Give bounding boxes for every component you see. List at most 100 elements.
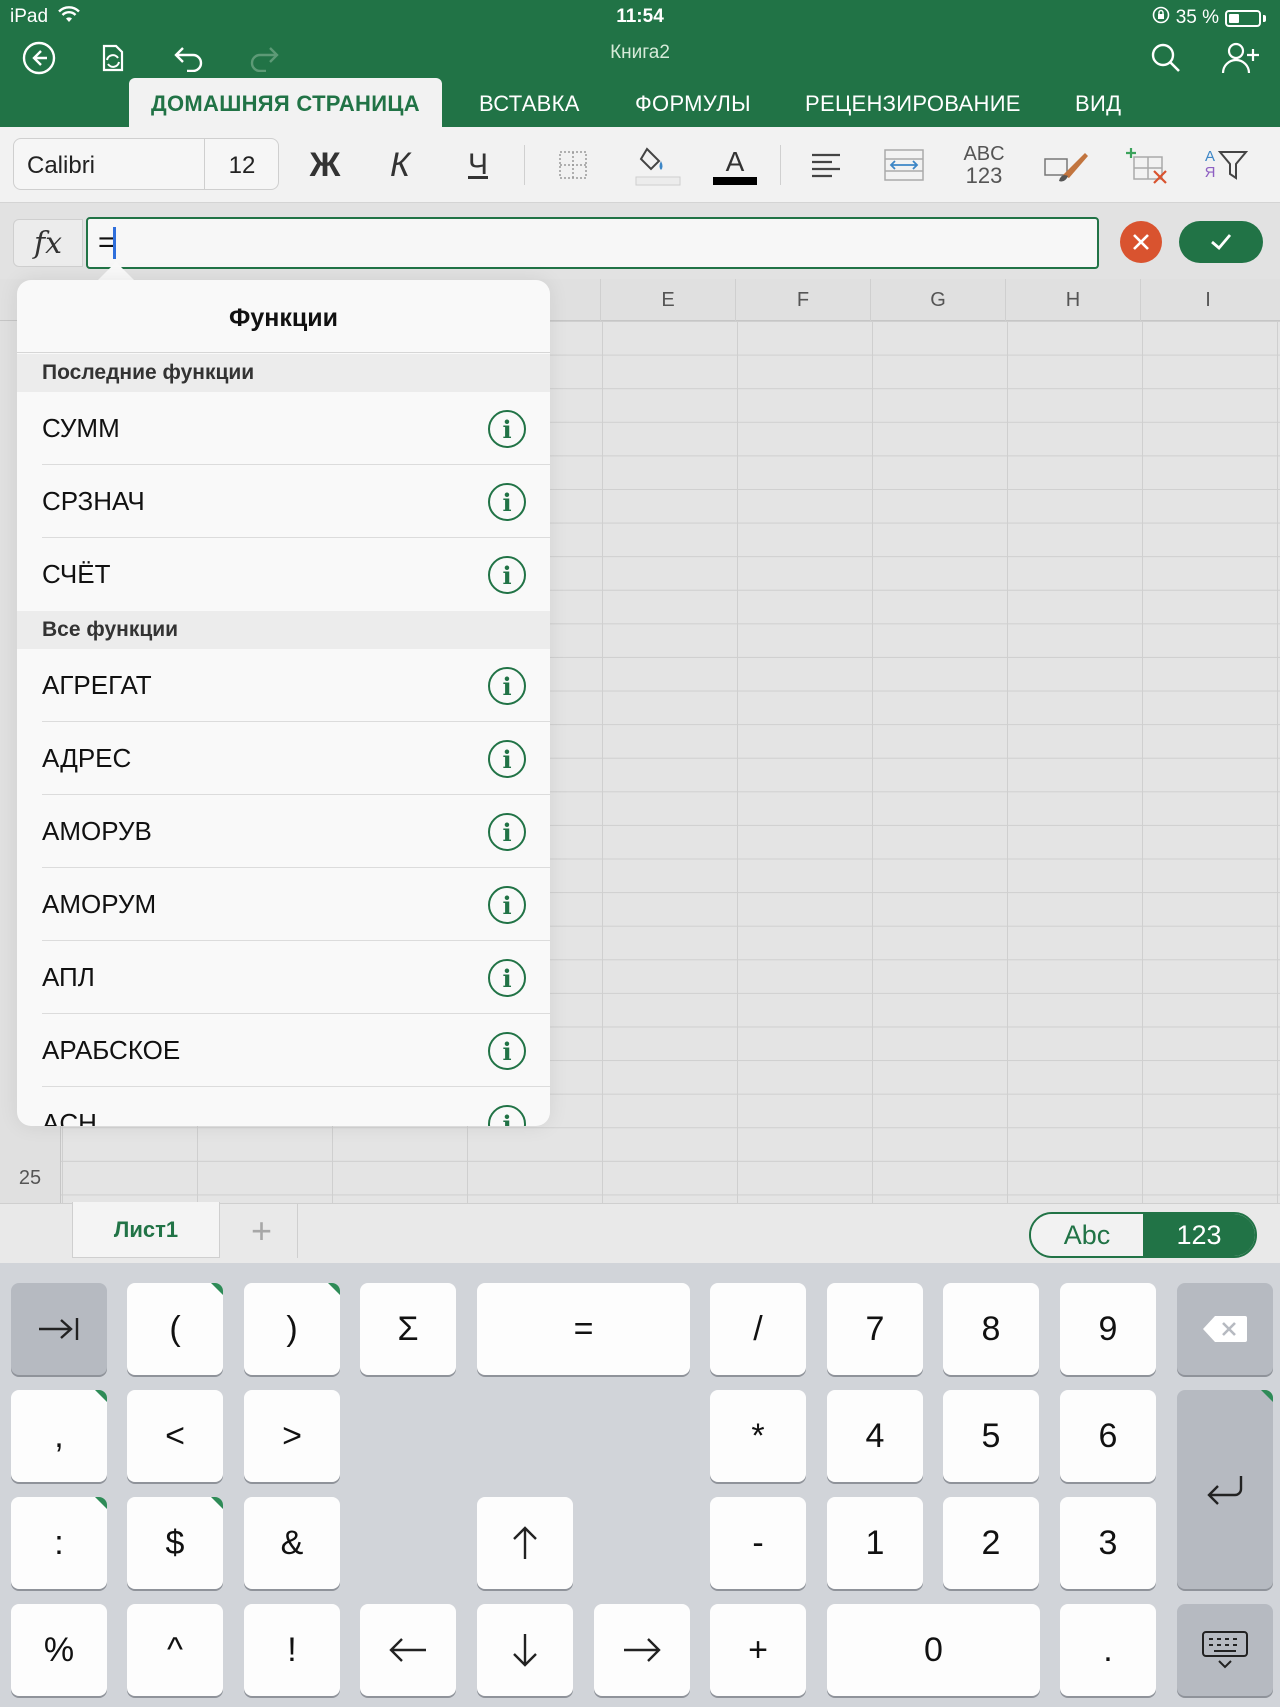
insert-delete-icon[interactable] — [1117, 135, 1177, 195]
key-6[interactable]: 6 — [1060, 1390, 1156, 1482]
backspace-key[interactable] — [1177, 1283, 1273, 1375]
popover-arrow — [96, 262, 136, 282]
function-item[interactable]: АМОРУМ i — [17, 868, 550, 941]
font-color-icon[interactable]: A — [705, 135, 765, 195]
merge-cells-icon[interactable] — [874, 135, 934, 195]
number-format-icon[interactable]: ABC 123 — [954, 135, 1014, 195]
cell-styles-icon[interactable] — [1036, 135, 1096, 195]
column-header[interactable]: G — [870, 279, 1005, 321]
key-divide[interactable]: / — [710, 1283, 806, 1375]
sort-filter-icon[interactable]: А Я — [1197, 135, 1257, 195]
key-comma[interactable]: , — [11, 1390, 107, 1482]
column-header[interactable]: E — [600, 279, 735, 321]
function-item[interactable]: ACH i — [17, 1087, 550, 1126]
keyboard-mode-toggle[interactable]: Abc 123 — [1029, 1212, 1257, 1258]
function-item[interactable]: СЧЁТ i — [17, 538, 550, 611]
key-exclamation[interactable]: ! — [244, 1604, 340, 1696]
key-percent[interactable]: % — [11, 1604, 107, 1696]
key-9[interactable]: 9 — [1060, 1283, 1156, 1375]
function-item[interactable]: СУММ i — [17, 392, 550, 465]
key-colon[interactable]: : — [11, 1497, 107, 1589]
keyboard-dismiss-icon — [1202, 1631, 1248, 1669]
tab-key[interactable] — [11, 1283, 107, 1375]
add-sheet-button[interactable]: + — [226, 1204, 298, 1258]
key-open-paren[interactable]: ( — [127, 1283, 223, 1375]
info-icon[interactable]: i — [488, 1032, 526, 1070]
function-name: СУММ — [42, 413, 120, 443]
confirm-formula-button[interactable] — [1179, 221, 1263, 263]
info-icon[interactable]: i — [488, 1105, 526, 1126]
sheet-tab[interactable]: Лист1 — [72, 1202, 220, 1258]
function-name: АМОРУМ — [42, 889, 157, 919]
arrow-up-key[interactable] — [477, 1497, 573, 1589]
arrow-down-key[interactable] — [477, 1604, 573, 1696]
key-greater-than[interactable]: > — [244, 1390, 340, 1482]
info-icon[interactable]: i — [488, 556, 526, 594]
share-user-icon[interactable] — [1219, 36, 1263, 80]
info-icon[interactable]: i — [488, 886, 526, 924]
column-header[interactable]: F — [735, 279, 870, 321]
key-4[interactable]: 4 — [827, 1390, 923, 1482]
tab-insert[interactable]: ВСТАВКА — [479, 78, 580, 127]
align-icon[interactable] — [796, 135, 856, 195]
key-dollar[interactable]: $ — [127, 1497, 223, 1589]
row-header[interactable]: 25 — [0, 1167, 60, 1190]
column-header[interactable]: H — [1005, 279, 1140, 321]
function-item[interactable]: АГРЕГАТ i — [17, 649, 550, 722]
arrow-right-key[interactable] — [594, 1604, 690, 1696]
key-3[interactable]: 3 — [1060, 1497, 1156, 1589]
info-icon[interactable]: i — [488, 483, 526, 521]
key-close-paren[interactable]: ) — [244, 1283, 340, 1375]
key-equals[interactable]: = — [477, 1283, 690, 1375]
cancel-formula-button[interactable] — [1120, 221, 1162, 263]
function-item[interactable]: АМОРУВ i — [17, 795, 550, 868]
tab-formulas[interactable]: ФОРМУЛЫ — [635, 78, 751, 127]
fill-color-icon[interactable] — [628, 135, 688, 195]
insert-function-button[interactable]: fx — [13, 219, 83, 267]
info-icon[interactable]: i — [488, 667, 526, 705]
column-header[interactable]: I — [1140, 279, 1275, 321]
underline-button[interactable]: Ч — [448, 135, 508, 195]
borders-icon[interactable] — [543, 135, 603, 195]
numeric-keyboard-option[interactable]: 123 — [1143, 1214, 1255, 1256]
italic-button[interactable]: К — [370, 135, 430, 195]
key-sum[interactable]: Σ — [360, 1283, 456, 1375]
key-2[interactable]: 2 — [943, 1497, 1039, 1589]
key-0[interactable]: 0 — [827, 1604, 1040, 1696]
key-decimal[interactable]: . — [1060, 1604, 1156, 1696]
key-multiply[interactable]: * — [710, 1390, 806, 1482]
info-icon[interactable]: i — [488, 813, 526, 851]
font-name[interactable]: Calibri — [27, 152, 95, 180]
font-selector[interactable]: Calibri 12 — [13, 138, 279, 190]
key-1[interactable]: 1 — [827, 1497, 923, 1589]
function-item[interactable]: АРАБСКОЕ i — [17, 1014, 550, 1087]
tab-home[interactable]: ДОМАШНЯЯ СТРАНИЦА — [129, 78, 442, 127]
function-item[interactable]: СРЗНАЧ i — [17, 465, 550, 538]
key-8[interactable]: 8 — [943, 1283, 1039, 1375]
bold-button[interactable]: Ж — [295, 135, 355, 195]
info-icon[interactable]: i — [488, 959, 526, 997]
font-size[interactable]: 12 — [204, 152, 280, 180]
key-minus[interactable]: - — [710, 1497, 806, 1589]
info-icon[interactable]: i — [488, 410, 526, 448]
arrow-left-key[interactable] — [360, 1604, 456, 1696]
abc-keyboard-option[interactable]: Abc — [1031, 1214, 1143, 1256]
arrow-right-icon — [624, 1638, 661, 1662]
enter-key[interactable] — [1177, 1390, 1273, 1589]
key-plus[interactable]: + — [710, 1604, 806, 1696]
hide-keyboard-key[interactable] — [1177, 1604, 1273, 1696]
key-less-than[interactable]: < — [127, 1390, 223, 1482]
info-icon[interactable]: i — [488, 740, 526, 778]
function-item[interactable]: АПЛ i — [17, 941, 550, 1014]
function-item[interactable]: АДРЕС i — [17, 722, 550, 795]
key-5[interactable]: 5 — [943, 1390, 1039, 1482]
key-7[interactable]: 7 — [827, 1283, 923, 1375]
formula-input[interactable]: = — [86, 217, 1099, 269]
return-icon — [1207, 1475, 1243, 1505]
search-icon[interactable] — [1144, 36, 1188, 80]
italic-label: К — [389, 145, 411, 184]
tab-view[interactable]: ВИД — [1075, 78, 1121, 127]
key-caret[interactable]: ^ — [127, 1604, 223, 1696]
key-ampersand[interactable]: & — [244, 1497, 340, 1589]
tab-review[interactable]: РЕЦЕНЗИРОВАНИЕ — [805, 78, 1021, 127]
